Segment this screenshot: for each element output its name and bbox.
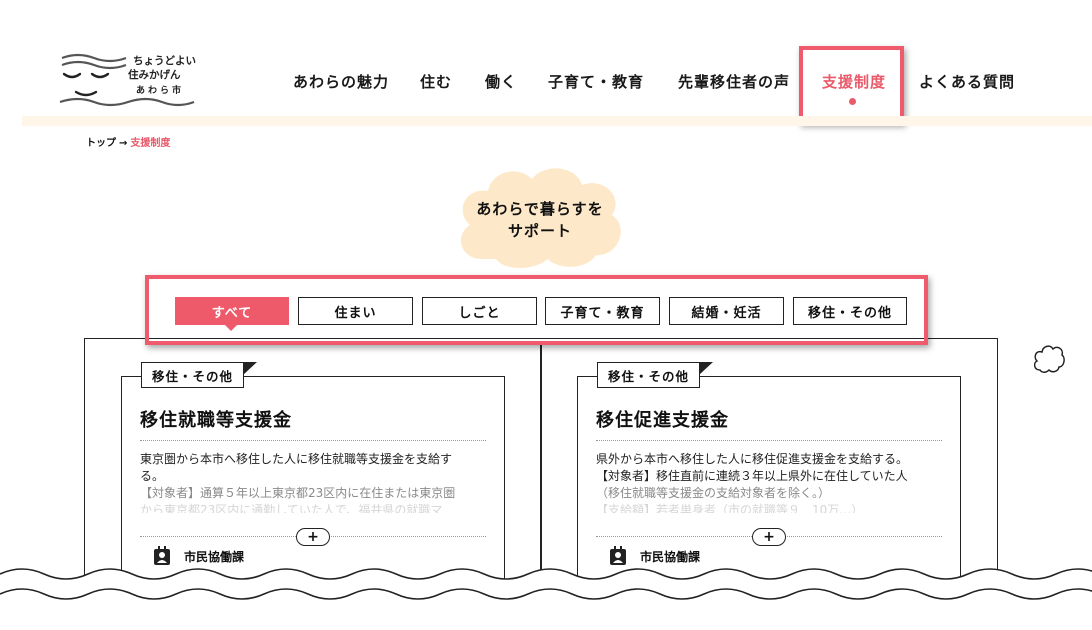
expand-button[interactable]: +	[296, 528, 330, 546]
card-title[interactable]: 移住就職等支援金	[140, 406, 292, 432]
tabs-highlight-box	[145, 275, 928, 345]
wave-decoration	[0, 568, 1092, 630]
section-title-line1: あわらで暮らすを	[476, 200, 604, 218]
card-description: 東京圏から本市へ移住した人に移住就職等支援金を支給す る。 【対象者】通算５年以…	[140, 451, 488, 513]
breadcrumb: トップ → 支援制度	[86, 134, 170, 149]
card-description: 県外から本市へ移住した人に移住促進支援金を支給する。 【対象者】移住直前に連続３…	[596, 451, 944, 513]
logo-text-line2: 住みかげん	[128, 69, 181, 81]
logo-text-line1: ちょうどよい	[133, 55, 196, 67]
card-desc-line: （移住就職等支援金の支給対象者を除く。）	[596, 486, 831, 500]
breadcrumb-current: 支援制度	[130, 138, 171, 149]
card-category-tag: 移住・その他	[141, 362, 245, 388]
card-desc-line: 【対象者】通算５年以上東京都23区内に在住または東京圏	[140, 486, 456, 500]
card-category-tag: 移住・その他	[597, 362, 701, 388]
nav-highlight-box	[799, 46, 904, 124]
card-divider	[596, 440, 942, 441]
nav-item-sumu[interactable]: 住む	[420, 71, 452, 92]
breadcrumb-home[interactable]: トップ	[86, 138, 116, 149]
nav-item-kosodate[interactable]: 子育て・教育	[548, 71, 644, 92]
header-band	[22, 116, 1092, 126]
nav-item-hataraku[interactable]: 働く	[485, 71, 517, 92]
card-desc-line: から東京都23区内に通勤していた人で、福井県の就職マ	[140, 503, 443, 513]
card-desc-line: 【支給額】若者単身者（市の就職等９ 10万…）	[596, 503, 864, 513]
card-tag-notch	[699, 362, 713, 375]
nav-item-miryoku[interactable]: あわらの魅力	[293, 71, 389, 92]
breadcrumb-separator: →	[119, 138, 128, 149]
nav-item-senpai[interactable]: 先輩移住者の声	[678, 71, 790, 92]
card-desc-line: 東京圏から本市へ移住した人に移住就職等支援金を支給す	[140, 452, 453, 466]
nav-item-faq[interactable]: よくある質問	[919, 71, 1015, 92]
card-desc-line: 県外から本市へ移住した人に移住促進支援金を支給する。	[596, 452, 909, 466]
cloud-outline-icon	[1033, 345, 1065, 373]
card-desc-line: る。	[140, 469, 165, 483]
card-title[interactable]: 移住促進支援金	[596, 406, 729, 432]
logo-text-line3: あわら市	[136, 86, 185, 96]
card-desc-line: 【対象者】移住直前に連続３年以上県外に在住していた人	[596, 469, 908, 483]
card-divider	[140, 440, 486, 441]
section-title-line2: サポート	[507, 222, 572, 240]
card-tag-notch	[243, 362, 257, 375]
section-title: あわらで暮らすを サポート	[452, 198, 628, 242]
expand-button[interactable]: +	[752, 528, 786, 546]
